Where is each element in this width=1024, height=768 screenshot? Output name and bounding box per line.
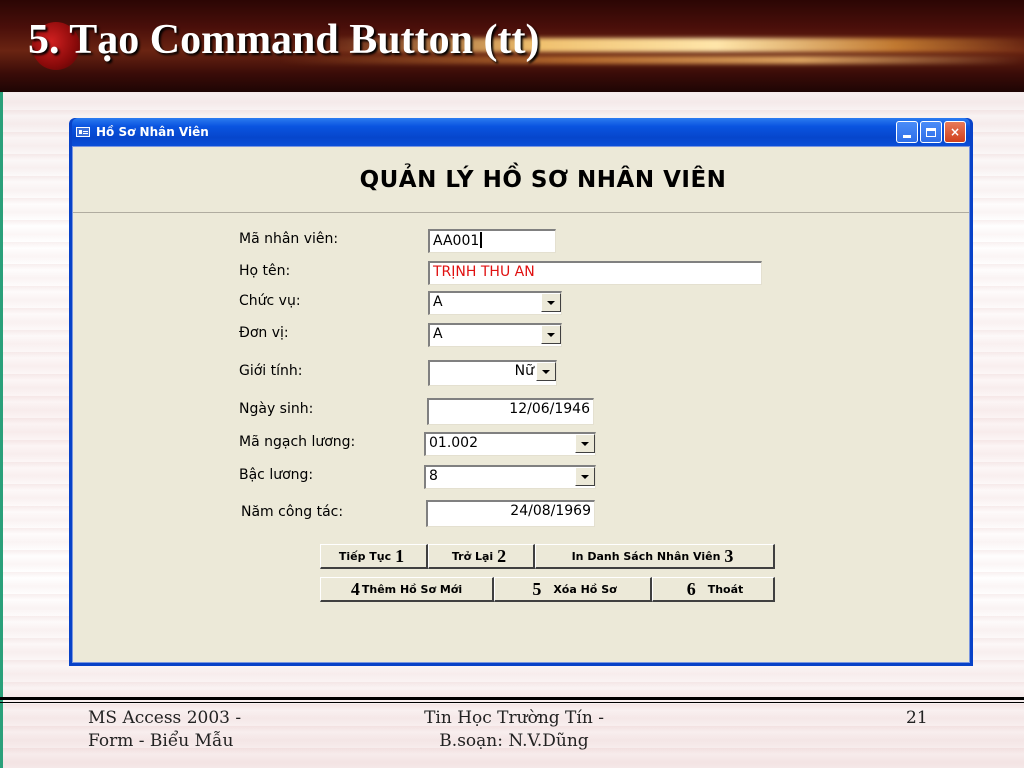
in-danh-sach-number: 3 <box>724 545 734 566</box>
tro-lai-button[interactable]: Trở Lại 2 <box>428 544 535 569</box>
footer-left-line2: Form - Biểu Mẫu <box>88 731 234 751</box>
close-icon: × <box>949 125 961 139</box>
tro-lai-number: 2 <box>497 545 507 566</box>
label-gioi-tinh: Giới tính: <box>239 363 303 379</box>
in-danh-sach-label: In Danh Sách Nhân Viên <box>571 549 721 563</box>
ma-ngach-luong-value[interactable]: 01.002 <box>424 432 596 456</box>
slide-left-edge <box>0 0 3 768</box>
chuc-vu-combo[interactable]: A <box>428 291 562 315</box>
xoa-ho-so-label: Xóa Hồ Sơ <box>553 582 617 596</box>
ma-nhan-vien-field[interactable]: AA001 <box>428 229 556 253</box>
tiep-tuc-number: 1 <box>395 545 405 566</box>
minimize-icon <box>903 134 911 138</box>
xoa-ho-so-button[interactable]: 5 Xóa Hồ Sơ <box>494 577 652 602</box>
chevron-down-icon <box>581 441 589 446</box>
form-header-section: QUẢN LÝ HỒ SƠ NHÂN VIÊN <box>73 147 969 213</box>
tiep-tuc-label: Tiếp Tục <box>338 549 392 563</box>
chevron-down-icon <box>581 474 589 479</box>
title-band: 5. Tạo Command Button (tt) <box>0 0 1024 92</box>
ma-nhan-vien-value: AA001 <box>433 233 480 249</box>
bac-luong-value[interactable]: 8 <box>424 465 596 489</box>
footer-center: Tin Học Trường Tín - B.soạn: N.V.Dũng <box>404 707 624 753</box>
thoat-label: Thoát <box>707 582 744 596</box>
form-body: QUẢN LÝ HỒ SƠ NHÂN VIÊN Mã nhân viên: Họ… <box>72 146 970 663</box>
access-form-window: Hồ Sơ Nhân Viên × QUẢN LÝ HỒ SƠ NHÂN VIÊ… <box>69 118 973 666</box>
label-don-vi: Đơn vị: <box>239 325 289 341</box>
tiep-tuc-button[interactable]: Tiếp Tục 1 <box>320 544 428 569</box>
label-bac-luong: Bậc lương: <box>239 467 314 483</box>
them-ho-so-button[interactable]: 4 Thêm Hồ Sơ Mới <box>320 577 494 602</box>
form-icon <box>76 127 90 137</box>
minimize-button[interactable] <box>896 121 918 143</box>
don-vi-combo[interactable]: A <box>428 323 562 347</box>
footer-left: MS Access 2003 - Form - Biểu Mẫu <box>88 707 241 753</box>
chevron-down-icon <box>547 332 555 337</box>
close-button[interactable]: × <box>944 121 966 143</box>
ma-ngach-luong-dropdown-button[interactable] <box>575 434 595 453</box>
label-ma-ngach-luong: Mã ngạch lương: <box>239 434 356 450</box>
don-vi-dropdown-button[interactable] <box>541 325 561 344</box>
ma-ngach-luong-combo[interactable]: 01.002 <box>424 432 596 456</box>
tro-lai-label: Trở Lại <box>451 549 494 563</box>
footer-center-line1: Tin Học Trường Tín - <box>424 708 604 728</box>
gioi-tinh-combo[interactable]: Nữ <box>428 360 557 386</box>
ho-ten-field[interactable]: TRỊNH THU AN <box>428 261 762 285</box>
label-ho-ten: Họ tên: <box>239 263 291 279</box>
bac-luong-combo[interactable]: 8 <box>424 465 596 489</box>
maximize-icon <box>926 127 936 137</box>
chevron-down-icon <box>547 300 555 305</box>
chevron-down-icon <box>542 369 550 374</box>
ngay-sinh-field[interactable]: 12/06/1946 <box>427 398 594 425</box>
footer-rule-thin <box>0 702 1024 703</box>
thoat-button[interactable]: 6 Thoát <box>652 577 775 602</box>
them-ho-so-number: 4 <box>350 578 360 599</box>
gioi-tinh-dropdown-button[interactable] <box>536 362 556 381</box>
window-title: Hồ Sơ Nhân Viên <box>96 125 209 139</box>
label-nam-cong-tac: Năm công tác: <box>241 504 344 520</box>
slide-title: 5. Tạo Command Button (tt) <box>28 17 540 63</box>
xoa-ho-so-number: 5 <box>532 578 542 599</box>
footer-rule <box>0 697 1024 700</box>
page-number: 21 <box>906 708 928 728</box>
footer-left-line1: MS Access 2003 - <box>88 708 242 728</box>
them-ho-so-label: Thêm Hồ Sơ Mới <box>361 582 463 596</box>
thoat-number: 6 <box>686 578 696 599</box>
maximize-button[interactable] <box>920 121 942 143</box>
nam-cong-tac-field[interactable]: 24/08/1969 <box>426 500 595 527</box>
chuc-vu-dropdown-button[interactable] <box>541 293 561 312</box>
footer-center-line2: B.soạn: N.V.Dũng <box>439 731 589 751</box>
label-ngay-sinh: Ngày sinh: <box>239 401 314 417</box>
in-danh-sach-button[interactable]: In Danh Sách Nhân Viên 3 <box>535 544 775 569</box>
form-heading: QUẢN LÝ HỒ SƠ NHÂN VIÊN <box>359 166 727 193</box>
window-titlebar[interactable]: Hồ Sơ Nhân Viên × <box>72 118 970 146</box>
label-chuc-vu: Chức vụ: <box>239 293 301 309</box>
text-cursor <box>480 232 483 248</box>
bac-luong-dropdown-button[interactable] <box>575 467 595 486</box>
label-ma-nhan-vien: Mã nhân viên: <box>239 231 339 247</box>
